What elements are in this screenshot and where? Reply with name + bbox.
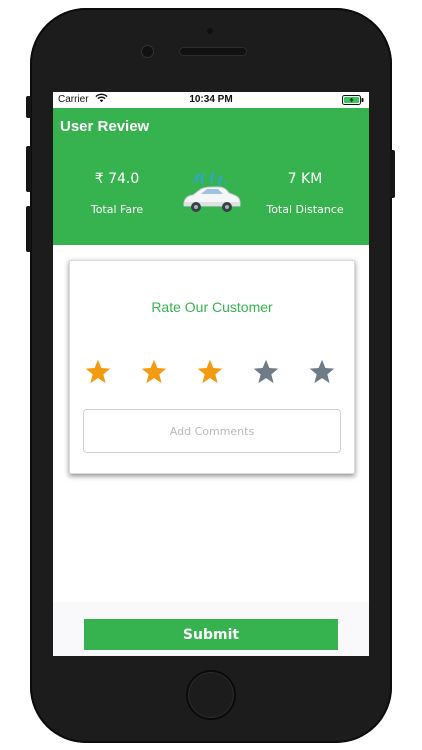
- total-fare-label: Total Fare: [90, 203, 144, 216]
- star-rating: [70, 358, 354, 386]
- car-icon: [179, 172, 243, 224]
- bottom-action-bar: Submit: [53, 602, 369, 656]
- power-button: [390, 150, 395, 198]
- rating-card: Rate Our Customer: [69, 260, 355, 474]
- battery-charging-icon: [342, 95, 364, 108]
- status-time: 10:34 PM: [189, 94, 233, 105]
- status-bar: Carrier 10:34 PM: [53, 92, 369, 108]
- star-icon[interactable]: [84, 358, 112, 386]
- total-distance-label: Total Distance: [266, 203, 344, 216]
- app-screen: Carrier 10:34 PM User Review ₹ 74.0 Tota…: [53, 92, 369, 656]
- submit-button[interactable]: Submit: [84, 619, 338, 650]
- star-icon[interactable]: [252, 358, 280, 386]
- comment-box: [83, 409, 341, 453]
- total-fare-value: ₹ 74.0: [94, 171, 140, 187]
- volume-down-button: [26, 206, 31, 252]
- star-icon[interactable]: [308, 358, 336, 386]
- home-button[interactable]: [188, 672, 234, 718]
- proximity-sensor: [207, 28, 213, 34]
- comments-input[interactable]: [90, 423, 334, 439]
- star-icon[interactable]: [140, 358, 168, 386]
- mute-switch: [26, 96, 31, 118]
- volume-up-button: [26, 146, 31, 192]
- page-title: User Review: [60, 118, 150, 135]
- total-distance-value: 7 KM: [287, 171, 323, 187]
- earpiece-speaker: [180, 48, 246, 55]
- rating-card-title: Rate Our Customer: [151, 299, 273, 315]
- front-camera: [142, 46, 153, 57]
- star-icon[interactable]: [196, 358, 224, 386]
- review-header: User Review ₹ 74.0 Total Fare 7 KM Total: [53, 108, 369, 245]
